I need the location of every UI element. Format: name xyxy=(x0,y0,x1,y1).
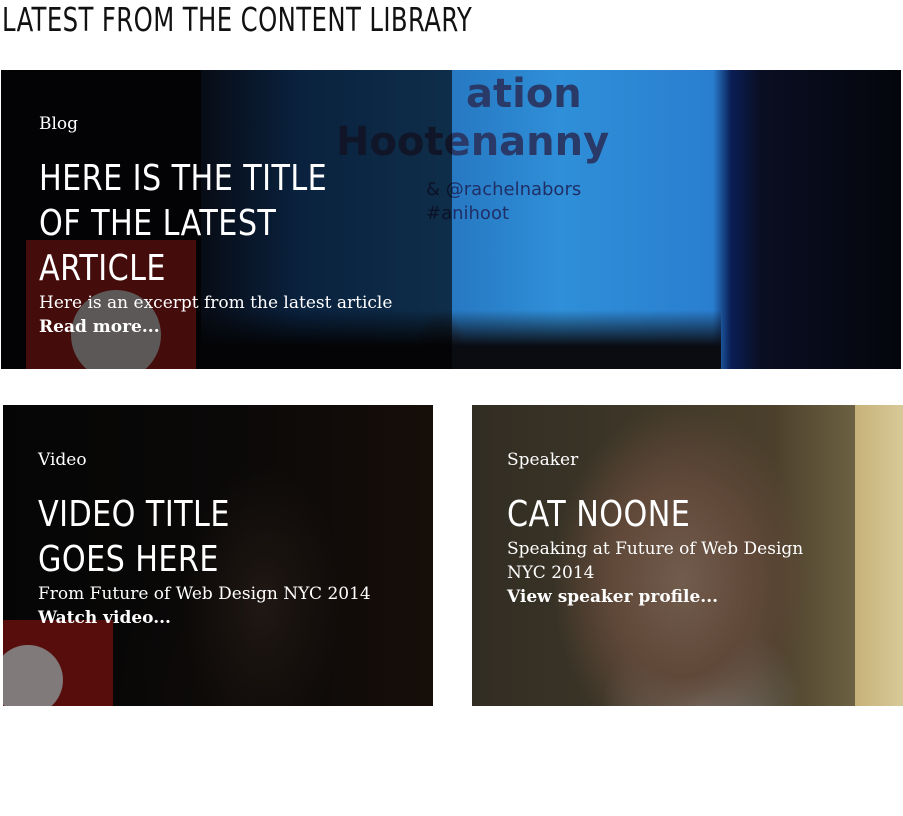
article-title[interactable]: HERE IS THE TITLE OF THE LATEST ARTICLE xyxy=(39,156,375,291)
speaker-card[interactable]: Speaker CAT NOONE Speaking at Future of … xyxy=(472,405,903,706)
speaker-content: Speaker CAT NOONE Speaking at Future of … xyxy=(507,450,837,609)
read-more-link[interactable]: Read more... xyxy=(39,315,439,339)
video-card[interactable]: Video VIDEO TITLE GOES HERE From Future … xyxy=(3,405,433,706)
section-heading: LATEST FROM THE CONTENT LIBRARY xyxy=(2,0,473,39)
featured-article-card[interactable]: ation Hootenanny & @rachelnabors #anihoo… xyxy=(1,70,901,369)
article-excerpt: Here is an excerpt from the latest artic… xyxy=(39,293,393,313)
video-excerpt: From Future of Web Design NYC 2014 xyxy=(38,584,371,604)
video-title[interactable]: VIDEO TITLE GOES HERE xyxy=(38,492,282,582)
speaker-name[interactable]: CAT NOONE xyxy=(507,492,784,537)
speaker-event: Speaking at Future of Web Design NYC 201… xyxy=(507,539,804,583)
video-category: Video xyxy=(38,450,87,470)
speaker-category: Speaker xyxy=(507,450,579,470)
article-content: Blog HERE IS THE TITLE OF THE LATEST ART… xyxy=(39,114,439,339)
video-content: Video VIDEO TITLE GOES HERE From Future … xyxy=(38,450,418,630)
view-speaker-profile-link[interactable]: View speaker profile... xyxy=(507,585,837,609)
watch-video-link[interactable]: Watch video... xyxy=(38,606,418,630)
article-category: Blog xyxy=(39,114,79,134)
